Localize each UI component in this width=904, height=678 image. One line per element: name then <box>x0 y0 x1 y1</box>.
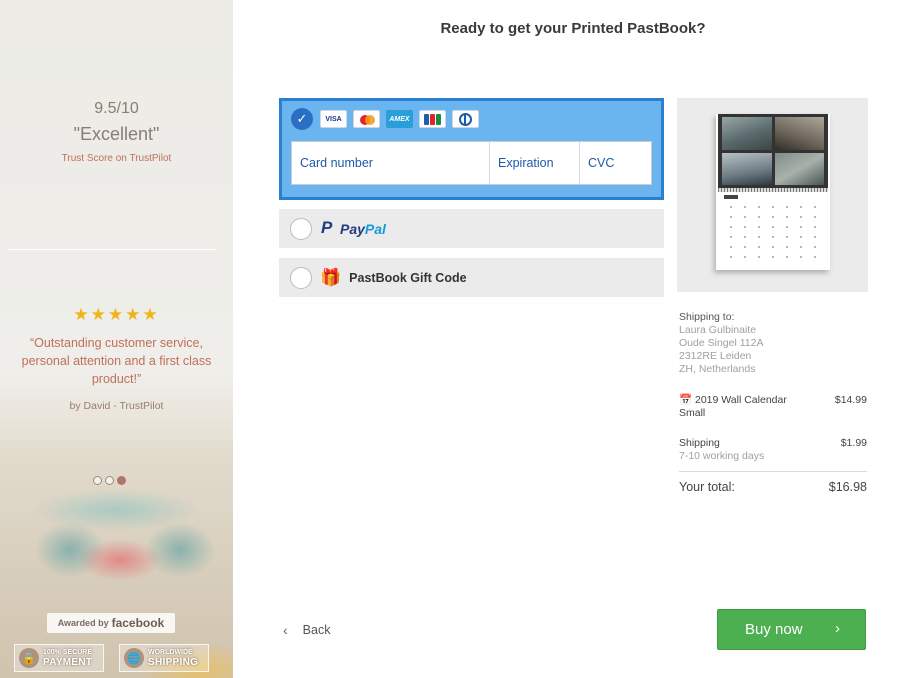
calendar-photo-collage <box>718 114 828 188</box>
address-line: Laura Gulbinaite <box>679 324 757 336</box>
gift-code-label: PastBook Gift Code <box>349 270 467 285</box>
shipping-badge-bottom: SHIPPING <box>148 657 199 668</box>
visa-icon: VISA <box>320 110 347 128</box>
facebook-logo: facebook <box>111 616 165 630</box>
card-expiration-input[interactable]: Expiration <box>490 142 580 184</box>
shipping-time: 7-10 working days <box>679 450 765 462</box>
carousel-dots <box>93 476 126 485</box>
trust-sidebar: 9.5/10 "Excellent" Trust Score on TrustP… <box>0 0 233 678</box>
secure-badge-bottom: PAYMENT <box>43 657 93 668</box>
paypal-logo-pal: Pal <box>364 220 386 237</box>
testimonial-quote: “Outstanding customer service, personal … <box>21 336 212 386</box>
testimonial-author: by David - TrustPilot <box>69 400 164 412</box>
page-title: Ready to get your Printed PastBook? <box>440 20 706 37</box>
buy-now-button[interactable]: Buy now › <box>717 609 866 650</box>
product-preview <box>677 98 868 292</box>
secure-payment-badge: 🔒 100% SECURE PAYMENT <box>14 644 104 672</box>
card-brand-logos: VISA AMEX <box>320 110 479 128</box>
shipping-line-item: Shipping 7-10 working days $1.99 <box>679 437 867 463</box>
paypal-logo-pay: Pay <box>340 220 365 237</box>
payment-option-gift-code[interactable]: 🎁 PastBook Gift Code <box>279 258 664 297</box>
buy-now-label: Buy now <box>745 621 803 638</box>
lock-icon: 🔒 <box>19 648 39 668</box>
carousel-dot-3[interactable] <box>117 476 126 485</box>
gift-icon: 🎁 <box>320 267 342 287</box>
calendar-binding <box>718 188 828 192</box>
gift-code-radio[interactable] <box>290 266 312 289</box>
chevron-left-icon: ‹ <box>283 622 288 638</box>
checkmark-icon[interactable]: ✓ <box>291 108 313 130</box>
calendar-day-grid <box>724 202 822 262</box>
globe-icon: 🌐 <box>124 648 144 668</box>
shipping-label: Shipping <box>679 437 720 449</box>
sidebar-divider <box>8 249 216 250</box>
payment-option-card[interactable]: ✓ VISA AMEX Card number Expiration CVC <box>279 98 664 200</box>
shipping-price: $1.99 <box>840 437 867 449</box>
card-cvc-input[interactable]: CVC <box>580 142 651 184</box>
award-prefix: Awarded by <box>57 618 109 628</box>
paypal-icon <box>321 218 335 238</box>
calendar-month-label <box>724 195 738 199</box>
item-name: 2019 Wall Calendar Small <box>679 394 787 419</box>
item-price: $14.99 <box>834 394 867 406</box>
address-line: Oude Singel 112A <box>679 337 764 349</box>
rating-stars-icon: ★★★★★ <box>73 305 160 324</box>
trust-score-caption: Trust Score on TrustPilot <box>61 153 172 164</box>
order-line-item: 📅 2019 Wall Calendar Small $14.99 <box>679 394 867 420</box>
mastercard-icon <box>353 110 380 128</box>
back-button[interactable]: ‹ Back <box>283 622 330 638</box>
trust-rating-label: "Excellent" <box>73 124 160 144</box>
diners-club-icon <box>452 110 479 128</box>
address-line: ZH, Netherlands <box>679 363 756 375</box>
paypal-logo: PayPal <box>321 218 386 238</box>
trust-score: 9.5/10 <box>94 100 139 117</box>
paypal-radio[interactable] <box>290 217 312 240</box>
total-label: Your total: <box>679 480 735 494</box>
calendar-product-image <box>716 114 830 270</box>
card-number-input[interactable]: Card number <box>292 142 490 184</box>
order-total: Your total: $16.98 <box>679 480 867 494</box>
worldwide-shipping-badge: 🌐 WORLDWIDE SHIPPING <box>119 644 209 672</box>
payment-option-paypal[interactable]: PayPal <box>279 209 664 248</box>
summary-divider <box>679 471 867 472</box>
shipping-address: Shipping to: Laura Gulbinaite Oude Singe… <box>679 311 869 376</box>
card-fields: Card number Expiration CVC <box>291 141 652 185</box>
chevron-right-icon: › <box>835 620 840 637</box>
back-label: Back <box>302 623 331 637</box>
total-amount: $16.98 <box>828 480 867 494</box>
calendar-icon: 📅 <box>679 394 693 406</box>
carousel-dot-2[interactable] <box>105 476 114 485</box>
address-line: 2312RE Leiden <box>679 350 752 362</box>
carousel-dot-1[interactable] <box>93 476 102 485</box>
facebook-award-badge: Awarded by facebook <box>47 613 175 633</box>
shipping-to-label: Shipping to: <box>679 311 735 323</box>
jcb-icon <box>419 110 446 128</box>
amex-icon: AMEX <box>386 110 413 128</box>
